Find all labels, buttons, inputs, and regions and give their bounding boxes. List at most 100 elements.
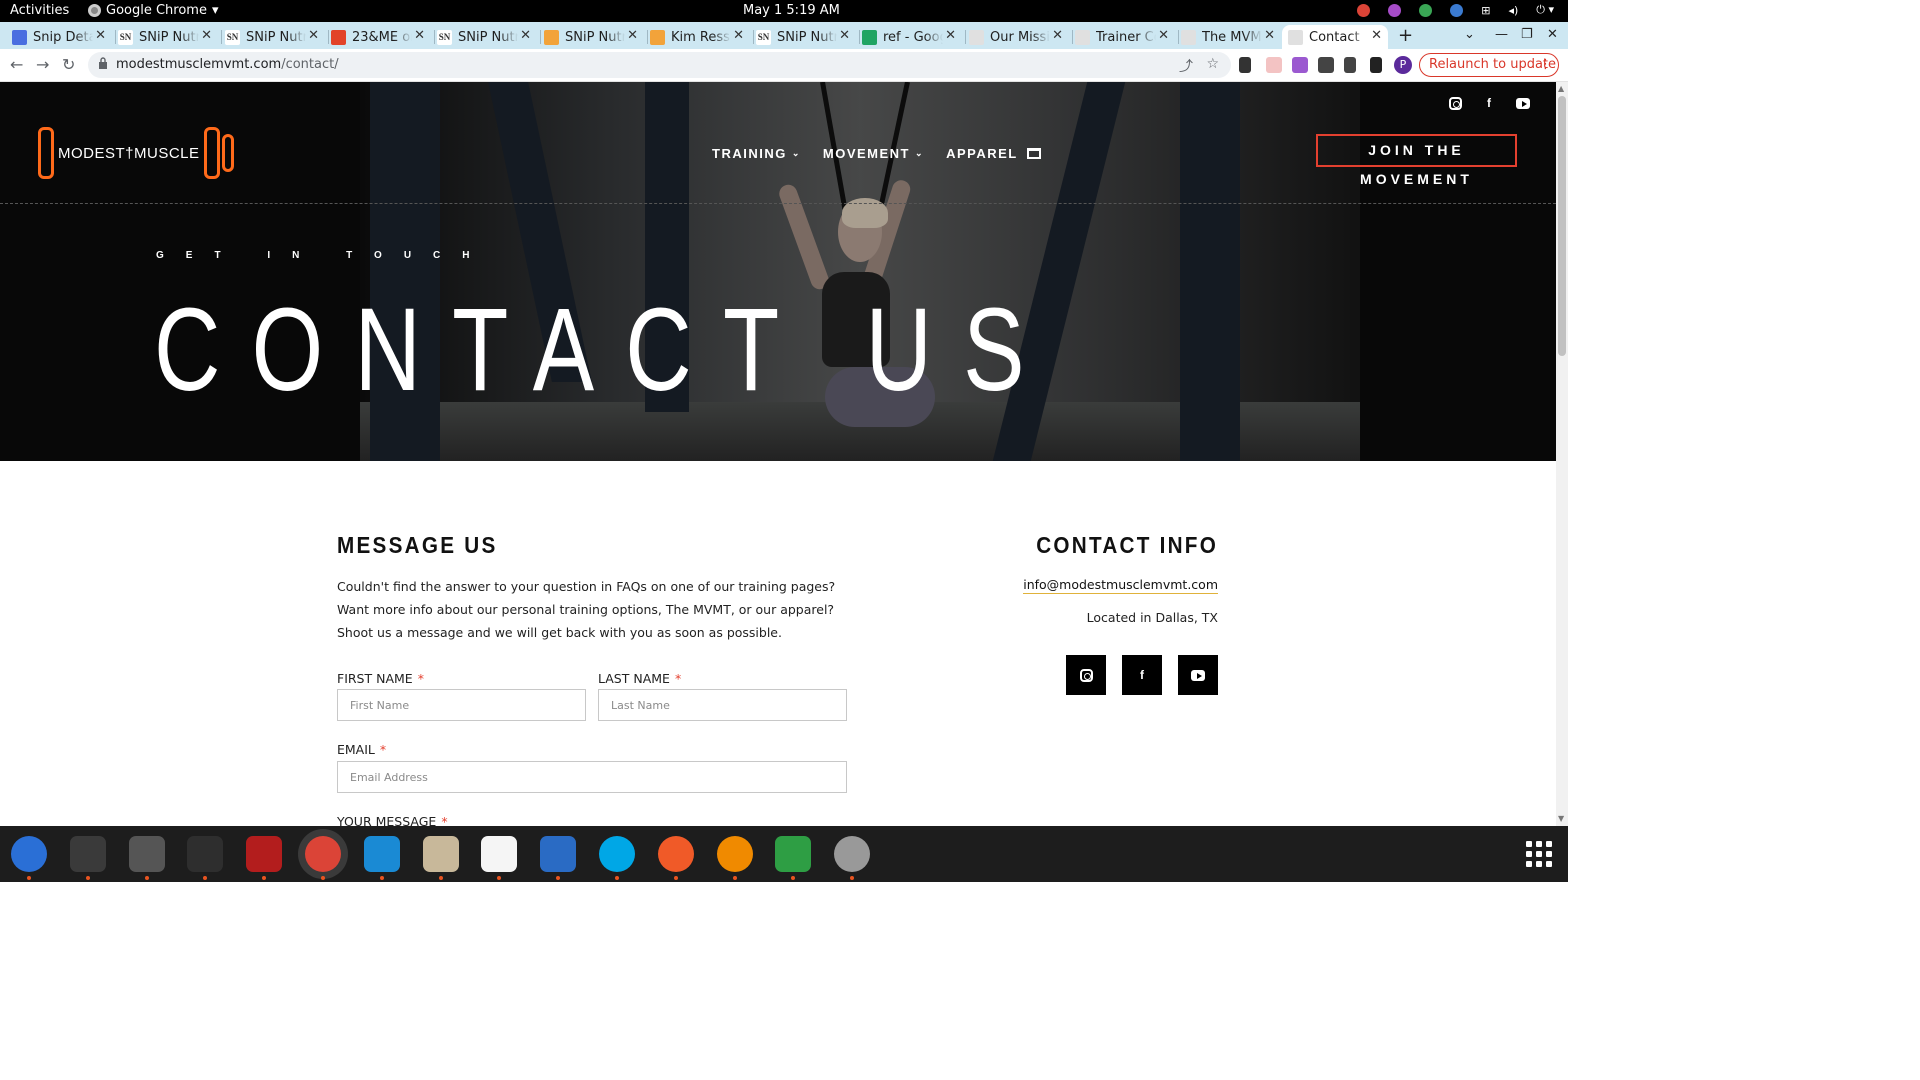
vscode-icon[interactable]	[364, 836, 400, 880]
terminal-icon[interactable]	[70, 836, 106, 880]
last-name-input[interactable]	[598, 689, 847, 721]
youtube-icon[interactable]	[1516, 96, 1530, 110]
browser-tab[interactable]: ref - Goog ✕	[862, 25, 962, 49]
close-tab-icon[interactable]: ✕	[95, 28, 106, 43]
disk-icon[interactable]	[834, 836, 870, 880]
close-tab-icon[interactable]: ✕	[945, 28, 956, 43]
browser-tab[interactable]: The MVMT✕	[1181, 25, 1281, 49]
minimize-button[interactable]: —	[1495, 27, 1508, 42]
contact-email-link[interactable]: info@modestmusclemvmt.com	[1023, 577, 1218, 594]
close-window-button[interactable]: ✕	[1547, 27, 1558, 42]
browser-tab[interactable]: Our Missi ✕	[969, 25, 1069, 49]
eyedropper-extension-icon[interactable]	[1239, 57, 1251, 73]
files-icon[interactable]	[423, 836, 459, 880]
calendar-extension-icon[interactable]	[1266, 57, 1282, 73]
instagram-icon[interactable]	[1448, 96, 1462, 110]
nav-apparel[interactable]: APPAREL	[946, 146, 1041, 161]
update-tray-icon[interactable]	[1419, 3, 1433, 17]
blender-icon[interactable]	[717, 836, 753, 880]
system-tray[interactable]: ⊞ ◂) ⏻ ▾	[1357, 3, 1554, 17]
browser-tab[interactable]: SN SNiP Nutr ✕	[437, 25, 537, 49]
scroll-down-arrow[interactable]: ▼	[1558, 814, 1564, 823]
browser-tab[interactable]: SN SNiP Nutr ✕	[118, 25, 218, 49]
facebook-box-button[interactable]: f	[1122, 655, 1162, 695]
tab-separator	[434, 30, 435, 44]
filezilla-icon[interactable]	[246, 836, 282, 880]
calculator-icon[interactable]	[129, 836, 165, 880]
clock[interactable]: May 1 5:19 AM	[743, 3, 840, 18]
email-input[interactable]	[337, 761, 847, 793]
browser-tab[interactable]: 23&ME or ✕	[331, 25, 431, 49]
extensions-puzzle-icon[interactable]	[1318, 57, 1334, 73]
reload-button[interactable]: ↻	[62, 55, 75, 74]
hero-eyebrow: GET IN TOUCH	[156, 250, 492, 261]
message-intro: Couldn't find the answer to your questio…	[337, 579, 836, 640]
profile-avatar[interactable]: P	[1394, 56, 1412, 74]
facebook-icon[interactable]: f	[1482, 96, 1496, 110]
close-tab-icon[interactable]: ✕	[201, 28, 212, 43]
close-tab-icon[interactable]: ✕	[839, 28, 850, 43]
skype-icon[interactable]	[599, 836, 635, 880]
url-text: modestmusclemvmt.com/contact/	[116, 57, 339, 72]
bookmark-star-icon[interactable]: ☆	[1206, 56, 1219, 72]
relaunch-label: Relaunch to update	[1429, 57, 1557, 72]
browser-tab[interactable]: Trainer Co ✕	[1075, 25, 1175, 49]
show-applications-icon[interactable]	[1526, 841, 1552, 867]
close-tab-icon[interactable]: ✕	[1264, 28, 1275, 43]
site-logo[interactable]: MODEST†MUSCLE	[38, 126, 234, 180]
hero-beam	[1180, 82, 1240, 461]
network-icon[interactable]: ⊞	[1481, 4, 1490, 17]
app-tray-icon[interactable]	[1388, 3, 1402, 17]
system-monitor-icon[interactable]	[187, 836, 223, 880]
youtube-box-button[interactable]	[1178, 655, 1218, 695]
cart-icon[interactable]	[1026, 148, 1041, 159]
back-button[interactable]: ←	[10, 55, 23, 74]
x-tray-icon[interactable]	[1450, 3, 1464, 17]
browser-tab[interactable]: Contact ✕	[1282, 25, 1388, 49]
close-tab-icon[interactable]: ✕	[627, 28, 638, 43]
more-menu-icon[interactable]: ⋮	[1539, 54, 1552, 76]
tab-title: SNiP Nutr	[777, 29, 837, 45]
nav-movement[interactable]: MOVEMENT ⌄	[823, 146, 924, 161]
close-tab-icon[interactable]: ✕	[308, 28, 319, 43]
libreoffice-writer-icon[interactable]	[540, 836, 576, 880]
volume-icon[interactable]: ◂)	[1508, 4, 1518, 17]
chrome-icon[interactable]	[305, 836, 341, 880]
close-tab-icon[interactable]: ✕	[1052, 28, 1063, 43]
chrome-tray-icon[interactable]	[1357, 3, 1371, 17]
text-editor-icon[interactable]	[481, 836, 517, 880]
close-tab-icon[interactable]: ✕	[414, 28, 425, 43]
browser-tab[interactable]: Kim Ressl ✕	[650, 25, 750, 49]
inkscape-icon[interactable]	[658, 836, 694, 880]
first-name-input[interactable]	[337, 689, 586, 721]
close-tab-icon[interactable]: ✕	[1371, 28, 1382, 43]
tab-search-icon[interactable]: ⌄	[1464, 27, 1475, 42]
address-bar[interactable]: modestmusclemvmt.com/contact/ ⤴ ☆	[88, 52, 1231, 78]
side-panel-icon[interactable]	[1370, 57, 1382, 73]
activities-button[interactable]: Activities	[10, 3, 69, 18]
close-tab-icon[interactable]: ✕	[733, 28, 744, 43]
browser-tab[interactable]: SN SNiP Nutr ✕	[225, 25, 325, 49]
browser-tab[interactable]: Snip Deta ✕	[12, 25, 112, 49]
instagram-box-button[interactable]	[1066, 655, 1106, 695]
restore-button[interactable]: ❐	[1521, 27, 1533, 42]
close-tab-icon[interactable]: ✕	[1158, 28, 1169, 43]
browser-tab[interactable]: SNiP Nutr ✕	[544, 25, 644, 49]
share-icon[interactable]: ⤴	[1179, 56, 1193, 76]
scrollbar-thumb[interactable]	[1558, 96, 1566, 356]
forward-button[interactable]: →	[36, 55, 49, 74]
close-tab-icon[interactable]: ✕	[520, 28, 531, 43]
thunderbird-icon[interactable]	[11, 836, 47, 880]
relaunch-to-update-button[interactable]: Relaunch to update ⋮	[1419, 53, 1559, 77]
app-menu[interactable]: Google Chrome ▾	[88, 3, 219, 18]
power-icon[interactable]: ⏻ ▾	[1536, 3, 1554, 17]
browser-tab[interactable]: SN SNiP Nutr ✕	[756, 25, 856, 49]
new-tab-button[interactable]: +	[1398, 25, 1413, 46]
libreoffice-calc-icon[interactable]	[775, 836, 811, 880]
scroll-up-arrow[interactable]: ▲	[1558, 84, 1564, 93]
nav-training[interactable]: TRAINING ⌄	[712, 146, 801, 161]
pen-extension-icon[interactable]	[1292, 57, 1308, 73]
join-the-movement-button[interactable]: JOIN THE MOVEMENT	[1316, 134, 1517, 187]
page-scrollbar[interactable]: ▲ ▼	[1556, 82, 1568, 826]
download-icon[interactable]	[1344, 57, 1356, 73]
